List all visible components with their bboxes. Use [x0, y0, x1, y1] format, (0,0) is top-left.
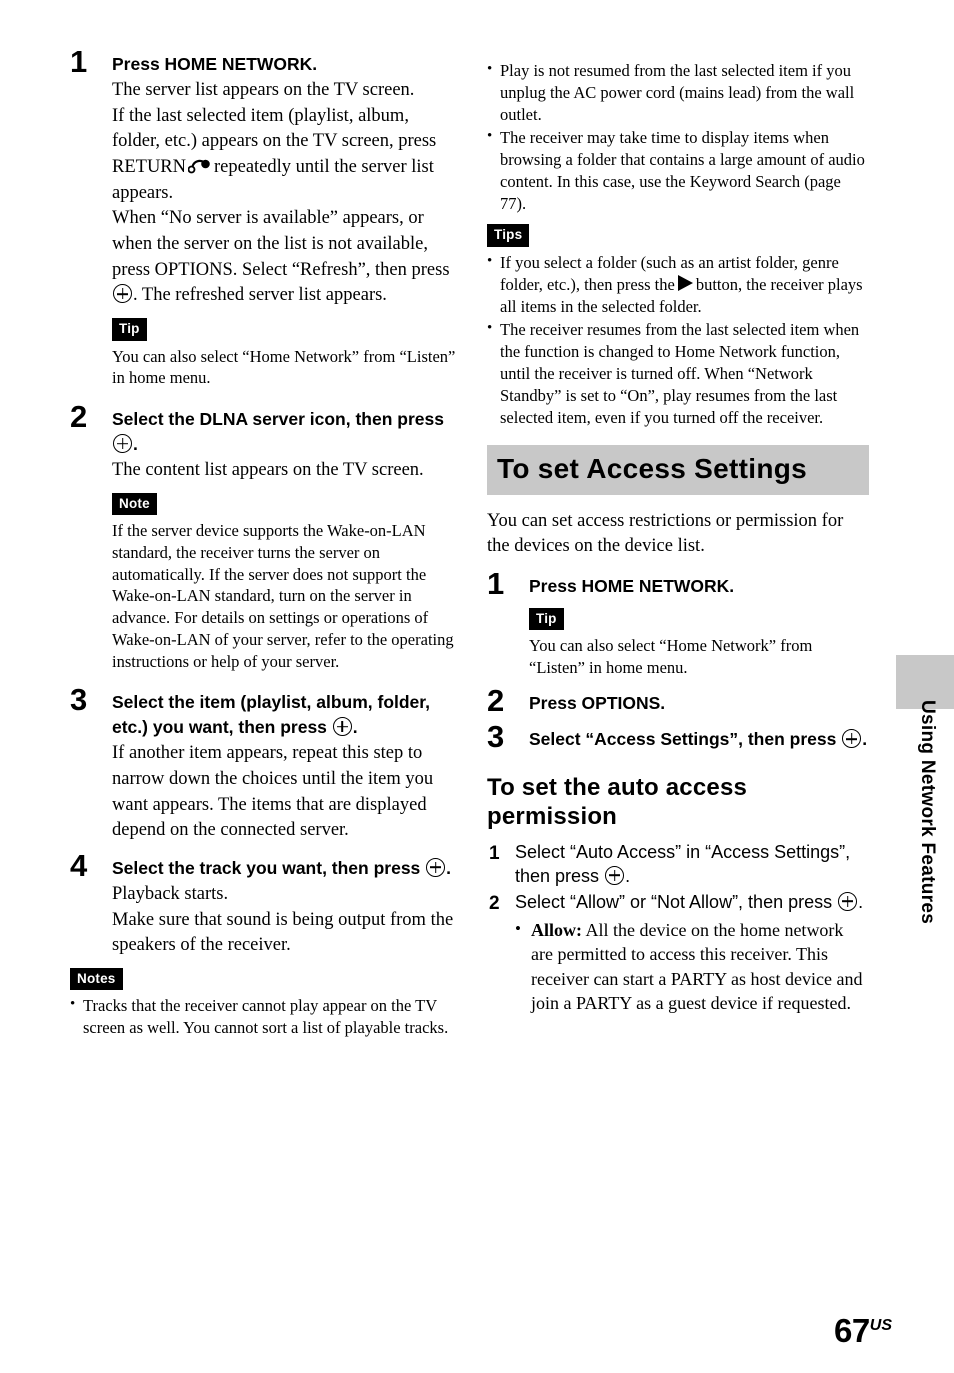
enter-button-icon [113, 434, 132, 454]
step-3-body-1: If another item appears, repeat this ste… [112, 743, 434, 841]
auto-access-substep-2: 2 Select “Allow” or “Not Allow”, then pr… [487, 891, 869, 1016]
list-item: If you select a folder (such as an artis… [487, 251, 869, 318]
list-item: Allow: All the device on the home networ… [515, 917, 869, 1016]
list-item: The receiver resumes from the last selec… [487, 318, 869, 429]
access-step-3-title-b: . [862, 729, 868, 750]
step-4-title-b: . [446, 857, 452, 878]
right-tip-text: You can also select “Home Network” from … [529, 636, 813, 677]
auto-access-substep-2-text: Select “Allow” or “Not Allow”, then pres… [515, 891, 864, 912]
access-step-3-title-a: Select “Access Settings”, then press [529, 729, 837, 750]
step-3-title-b: . [352, 717, 358, 738]
access-step-3-title: Select “Access Settings”, then press . [529, 727, 869, 752]
tip-tag-wrapper-2: Tip [529, 607, 869, 631]
step-1-body-3-a: When “No server is available” appears, o… [112, 208, 450, 280]
step-1-body-2: If the last selected item (playlist, alb… [112, 104, 460, 207]
auto-access-substep-1-text-a: Select “Auto Access” in “Access Settings… [515, 841, 851, 886]
auto-access-substep-1-text-b: . [625, 865, 631, 886]
step-4-title-a: Select the track you want, then press [112, 857, 421, 878]
step-4-number: 4 [70, 847, 87, 883]
access-step-3-number: 3 [487, 719, 504, 755]
return-icon [187, 157, 212, 174]
auto-access-substep-2-number: 2 [489, 892, 500, 914]
page-number-value: 67 [834, 1312, 870, 1349]
auto-access-substep-2-text-a: Select “Allow” or “Not Allow”, then pres… [515, 891, 833, 912]
left-note-text: If the server device supports the Wake-o… [112, 521, 454, 671]
notes-tag: Notes [70, 967, 123, 991]
step-2: 2 Select the DLNA server icon, then pres… [70, 401, 460, 672]
enter-button-icon [332, 717, 352, 737]
access-step-2: 2 Press OPTIONS. [487, 685, 869, 716]
page-number: 67US [834, 1314, 892, 1347]
tip-tag-wrapper-1: Tip [112, 318, 460, 341]
auto-access-substep-2-text-b: . [858, 891, 864, 912]
step-3-number: 3 [70, 682, 87, 718]
access-step-1-title: Press HOME NETWORK. [529, 575, 735, 596]
manual-page: 1 Press HOME NETWORK. The server list ap… [0, 0, 954, 1373]
enter-button-icon [838, 891, 858, 911]
enter-button-icon [842, 729, 862, 749]
tip-tag: Tip [112, 318, 147, 341]
step-4-body-2: Make sure that sound is being output fro… [112, 909, 454, 956]
list-item: The receiver may take time to display it… [487, 126, 869, 215]
right-tips-list: If you select a folder (such as an artis… [487, 251, 869, 429]
right-top-notes-list: Play is not resumed from the last select… [487, 59, 869, 215]
step-2-number: 2 [70, 399, 87, 435]
step-1-body-3: When “No server is available” appears, o… [112, 206, 460, 309]
section-heading-access-settings: To set Access Settings [487, 444, 869, 495]
section-intro-text: You can set access restrictions or permi… [487, 510, 844, 557]
sub-heading-auto-access: To set the auto access permission [487, 774, 748, 830]
allow-description-list: Allow: All the device on the home networ… [515, 917, 869, 1016]
auto-access-substep-1-number: 1 [489, 842, 500, 864]
step-3-title: Select the item (playlist, album, folder… [112, 690, 460, 740]
list-item: Tracks that the receiver cannot play app… [70, 994, 460, 1039]
access-step-3: 3 Select “Access Settings”, then press . [487, 721, 869, 752]
enter-button-icon [426, 857, 446, 877]
left-column: 1 Press HOME NETWORK. The server list ap… [70, 46, 460, 1040]
chapter-tab-label: Using Network Features [917, 700, 938, 925]
auto-access-substep-1-text: Select “Auto Access” in “Access Settings… [515, 842, 850, 886]
page-region-suffix: US [869, 1317, 892, 1334]
access-step-2-number: 2 [487, 682, 504, 718]
step-2-body-1: The content list appears on the TV scree… [112, 459, 424, 480]
enter-button-icon [113, 284, 132, 304]
tips-tag-wrapper: Tips [487, 224, 869, 247]
notes-tag-wrapper: Notes [70, 967, 460, 991]
step-1-body-3-b: . The refreshed server list appears. [133, 285, 387, 306]
tips-tag: Tips [487, 224, 530, 247]
step-1: 1 Press HOME NETWORK. The server list ap… [70, 46, 460, 389]
step-3-title-a: Select the item (playlist, album, folder… [112, 692, 430, 738]
note-tag-wrapper: Note [112, 492, 460, 516]
right-column: Play is not resumed from the last select… [487, 59, 869, 1018]
step-1-body-1: The server list appears on the TV screen… [112, 79, 415, 100]
step-3: 3 Select the item (playlist, album, fold… [70, 684, 460, 844]
note-tag: Note [112, 492, 157, 516]
step-1-number: 1 [70, 44, 87, 79]
list-item: Play is not resumed from the last select… [487, 59, 869, 126]
allow-label: Allow: [531, 919, 582, 940]
access-step-2-title: Press OPTIONS. [529, 692, 666, 713]
access-step-1: 1 Press HOME NETWORK. Tip You can also s… [487, 568, 869, 679]
left-tip-text: You can also select “Home Network” from … [112, 346, 456, 388]
step-2-title-b: . [133, 434, 138, 455]
step-4-body-1: Playback starts. [112, 883, 229, 904]
tip-tag: Tip [529, 607, 564, 631]
step-2-title: Select the DLNA server icon, then press … [112, 407, 460, 457]
play-icon [677, 274, 693, 291]
access-step-1-number: 1 [487, 565, 504, 601]
step-1-title: Press HOME NETWORK. [112, 54, 318, 74]
left-notes-list: Tracks that the receiver cannot play app… [70, 994, 460, 1039]
step-2-title-a: Select the DLNA server icon, then press [112, 409, 444, 430]
step-4-title: Select the track you want, then press . [112, 856, 460, 881]
step-4: 4 Select the track you want, then press … [70, 850, 460, 959]
enter-button-icon [605, 865, 625, 885]
auto-access-substep-1: 1 Select “Auto Access” in “Access Settin… [487, 841, 869, 889]
